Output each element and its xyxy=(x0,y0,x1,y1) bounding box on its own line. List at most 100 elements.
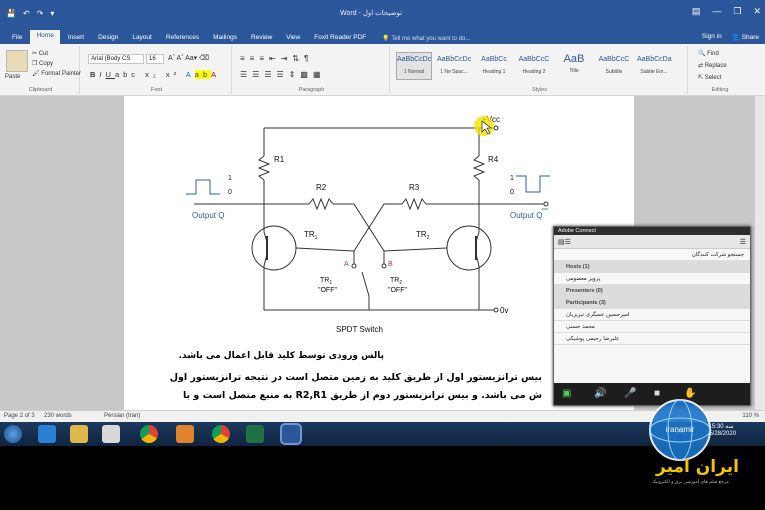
share-screen-icon[interactable]: ▣ xyxy=(562,388,571,399)
style-heading2[interactable]: AaBbCcC Heading 2 xyxy=(516,52,552,80)
label-pulse-right-hi: 1 xyxy=(510,175,514,182)
panel-menu-icon[interactable]: ☰ xyxy=(740,238,746,246)
undo-icon[interactable]: ↶ xyxy=(23,9,30,18)
participant-name: علیرضا رحیمی پوشیکی xyxy=(566,336,620,342)
restore-icon[interactable]: ❐ xyxy=(733,6,741,17)
chrome-icon-2[interactable] xyxy=(212,425,230,443)
copy-button[interactable]: ❐ Copy xyxy=(32,60,53,67)
speaker-icon[interactable]: 🔊 xyxy=(594,388,606,399)
ribbon-options-icon[interactable]: ▤ xyxy=(692,6,701,17)
find-button[interactable]: 🔍 Find xyxy=(698,50,719,57)
window-title: Word - توضیحات اول xyxy=(340,10,403,17)
label-a: A xyxy=(344,261,349,268)
tab-file[interactable]: File xyxy=(6,32,28,44)
language[interactable]: Persian (Iran) xyxy=(104,413,140,419)
style-heading1[interactable]: AaBbCc Heading 1 xyxy=(476,52,512,80)
app-icon[interactable] xyxy=(176,425,194,443)
tab-foxit[interactable]: Foxit Reader PDF xyxy=(308,32,372,44)
excel-icon[interactable] xyxy=(246,425,264,443)
close-icon[interactable]: ✕ xyxy=(753,6,761,17)
align-buttons[interactable]: ☰☰☰☰⇕▩▦ xyxy=(240,70,326,79)
vertical-scrollbar[interactable] xyxy=(755,96,765,410)
label-sw1-state: "OFF" xyxy=(318,287,337,294)
font-size-select[interactable]: 16 xyxy=(146,54,164,64)
paste-icon xyxy=(6,50,28,72)
media-player-icon[interactable] xyxy=(102,425,120,443)
clipboard-label: Clipboard xyxy=(28,87,53,93)
style-preview: AaBbCcDa xyxy=(637,56,672,63)
clock-day: سه xyxy=(725,424,734,430)
ribbon-tabs: File Home Insert Design Layout Reference… xyxy=(0,30,765,44)
view-toggle-icon[interactable]: ▤☰ xyxy=(558,238,571,246)
find-label: Find xyxy=(707,51,719,57)
copy-label: Copy xyxy=(39,61,54,67)
tell-me-box[interactable]: 💡 Tell me what you want to do... xyxy=(374,33,478,44)
tab-design[interactable]: Design xyxy=(92,32,124,44)
select-button[interactable]: ⇱ Select xyxy=(698,74,721,81)
clipboard-group: Paste ✂ Cut ❐ Copy 🖌 Format Painter Clip… xyxy=(2,46,81,94)
style-normal[interactable]: AaBbCcDc 1 Normal xyxy=(396,52,432,80)
style-name: Subtle Em... xyxy=(640,69,668,75)
label-0v: 0v xyxy=(500,306,508,315)
cut-label: Cut xyxy=(38,51,49,57)
participant-name: محمد حسنی xyxy=(566,324,595,330)
chrome-icon[interactable] xyxy=(140,425,158,443)
tab-references[interactable]: References xyxy=(160,32,205,44)
tab-view[interactable]: View xyxy=(280,32,306,44)
ie-icon[interactable] xyxy=(38,425,56,443)
label-sw2-text: TR xyxy=(390,277,399,284)
ribbon: Paste ✂ Cut ❐ Copy 🖌 Format Painter Clip… xyxy=(0,44,765,96)
style-subtle-emphasis[interactable]: AaBbCcDa Subtle Em... xyxy=(636,52,672,80)
sign-in-link[interactable]: Sign in xyxy=(702,33,722,41)
participants-section[interactable]: Participants (3) xyxy=(554,297,750,309)
hosts-section[interactable]: Hosts (1) xyxy=(554,261,750,273)
font-format-buttons[interactable]: BIUabc x₂ x² AabA xyxy=(90,70,220,79)
participants-section-label: Participants (3) xyxy=(566,300,606,306)
presenters-section[interactable]: Presenters (0) xyxy=(554,285,750,297)
tab-layout[interactable]: Layout xyxy=(126,32,158,44)
font-family-select[interactable]: Arial (Body CS xyxy=(88,54,144,64)
editing-group: 🔍 Find ⇄ Replace ⇱ Select Editing xyxy=(690,46,750,94)
word-count[interactable]: 230 words xyxy=(44,413,72,419)
tab-home[interactable]: Home xyxy=(30,30,60,44)
customize-icon[interactable]: ▾ xyxy=(50,9,54,18)
style-name: 1 Normal xyxy=(403,69,425,75)
participant-row[interactable]: محمد حسنی xyxy=(554,321,750,333)
style-name: 1 No Spac... xyxy=(440,69,468,75)
page-count[interactable]: Page 2 of 3 xyxy=(4,413,35,419)
style-name: Heading 2 xyxy=(522,69,546,75)
replace-button[interactable]: ⇄ Replace xyxy=(698,62,727,69)
font-grow-shrink[interactable]: Aˆ Aˇ Aa▾ ⌫ xyxy=(168,54,209,62)
cut-button[interactable]: ✂ Cut xyxy=(32,50,48,57)
share-button[interactable]: 👤 Share xyxy=(732,33,759,41)
tab-insert[interactable]: Insert xyxy=(62,32,90,44)
microphone-icon[interactable]: 🎤 xyxy=(624,388,636,399)
tab-mailings[interactable]: Mailings xyxy=(207,32,243,44)
save-icon[interactable]: 💾 xyxy=(6,9,16,18)
explorer-icon[interactable] xyxy=(70,425,88,443)
tab-review[interactable]: Review xyxy=(245,32,278,44)
participant-row[interactable]: امیرحسین عسگری تبریزیان xyxy=(554,309,750,321)
host-row[interactable]: پرویز معصومی xyxy=(554,273,750,285)
participant-name: امیرحسین عسگری تبریزیان xyxy=(566,312,630,318)
word-icon[interactable] xyxy=(282,425,300,443)
paragraph-label: Paragraph xyxy=(298,87,325,93)
redo-icon[interactable]: ↷ xyxy=(37,9,44,18)
label-sw1-text: TR xyxy=(320,277,329,284)
label-sw2-sub: 2 xyxy=(399,280,402,286)
paste-button[interactable]: Paste xyxy=(5,74,20,80)
format-painter-button[interactable]: 🖌 Format Painter xyxy=(32,70,81,77)
label-sw2-state: "OFF" xyxy=(388,287,407,294)
minimize-icon[interactable]: — xyxy=(712,6,721,17)
logo-site-text: iranamir xyxy=(666,425,695,434)
participant-row[interactable]: علیرضا رحیمی پوشیکی xyxy=(554,333,750,345)
style-no-spacing[interactable]: AaBbCcDc 1 No Spac... xyxy=(436,52,472,80)
start-button-icon[interactable] xyxy=(4,425,22,443)
attendee-search[interactable]: جستجو شرکت کنندگان xyxy=(554,249,750,261)
zoom-level[interactable]: 110 % xyxy=(742,413,759,419)
style-subtitle[interactable]: AaBbCcC Subtitle xyxy=(596,52,632,80)
style-title[interactable]: AaB Title xyxy=(556,52,592,80)
label-b: B xyxy=(388,261,393,268)
label-sw1-sub: 1 xyxy=(329,280,332,286)
list-buttons[interactable]: ≡≡≡⇤⇥⇅¶ xyxy=(240,54,313,63)
